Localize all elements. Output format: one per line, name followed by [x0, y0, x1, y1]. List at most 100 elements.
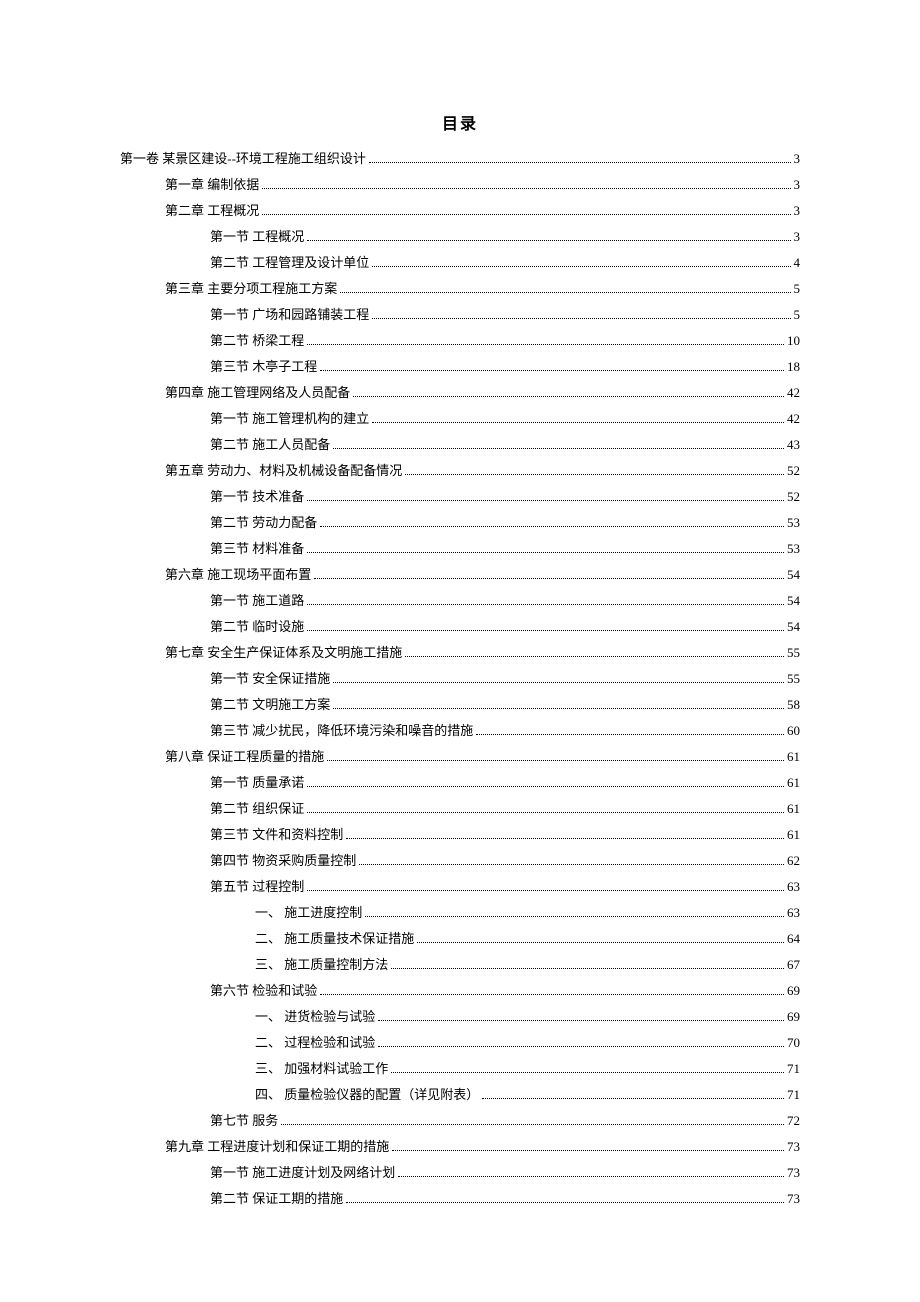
toc-leader-dots	[482, 1089, 784, 1099]
toc-entry-page: 42	[787, 380, 800, 406]
toc-entry-page: 52	[787, 458, 800, 484]
toc-leader-dots	[333, 439, 784, 449]
toc-leader-dots	[346, 829, 784, 839]
toc-entry: 第一节 质量承诺61	[120, 770, 800, 796]
toc-entry-page: 64	[787, 926, 800, 952]
toc-leader-dots	[398, 1167, 784, 1177]
toc-entry: 第三章 主要分项工程施工方案5	[120, 276, 800, 302]
toc-entry: 第二节 施工人员配备 43	[120, 432, 800, 458]
toc-entry-label: 第四章 施工管理网络及人员配备	[165, 380, 350, 406]
toc-leader-dots	[372, 309, 790, 319]
toc-entry-page: 73	[787, 1134, 800, 1160]
toc-entry: 第八章 保证工程质量的措施61	[120, 744, 800, 770]
toc-entry-page: 55	[787, 666, 800, 692]
toc-entry-label: 第六节 检验和试验	[210, 978, 317, 1004]
toc-leader-dots	[372, 257, 790, 267]
toc-entry: 二、 施工质量技术保证措施 64	[120, 926, 800, 952]
toc-entry-page: 69	[787, 1004, 800, 1030]
toc-entry-page: 73	[787, 1186, 800, 1212]
toc-entry: 第一节 施工进度计划及网络计划 73	[120, 1160, 800, 1186]
toc-entry: 第六节 检验和试验69	[120, 978, 800, 1004]
toc-entry-label: 二、 施工质量技术保证措施	[255, 926, 414, 952]
toc-entry-page: 67	[787, 952, 800, 978]
toc-leader-dots	[346, 1193, 784, 1203]
toc-entry-label: 第一节 质量承诺	[210, 770, 304, 796]
toc-entry-page: 10	[787, 328, 800, 354]
toc-entry: 二、 过程检验和试验 70	[120, 1030, 800, 1056]
toc-title: 目录	[120, 110, 800, 134]
toc-entry: 第二节 工程管理及设计单位4	[120, 250, 800, 276]
toc-entry-page: 5	[794, 302, 801, 328]
toc-entry-label: 第二章 工程概况	[165, 198, 259, 224]
toc-entry: 第三节 木亭子工程18	[120, 354, 800, 380]
toc-entry-page: 71	[787, 1082, 800, 1108]
toc-entry-page: 5	[794, 276, 801, 302]
toc-entry-page: 62	[787, 848, 800, 874]
toc-leader-dots	[320, 985, 784, 995]
toc-entry-page: 4	[794, 250, 801, 276]
toc-leader-dots	[372, 413, 784, 423]
toc-leader-dots	[405, 465, 784, 475]
toc-entry: 第二章 工程概况3	[120, 198, 800, 224]
toc-entry-page: 3	[794, 224, 801, 250]
toc-entry-label: 第四节 物资采购质量控制	[210, 848, 356, 874]
toc-entry-label: 第二节 组织保证	[210, 796, 304, 822]
toc-entry-label: 第一节 安全保证措施	[210, 666, 330, 692]
toc-entry-page: 63	[787, 900, 800, 926]
toc-entry: 第二节 桥梁工程 10	[120, 328, 800, 354]
toc-entry: 第四节 物资采购质量控制 62	[120, 848, 800, 874]
toc-entry-label: 二、 过程检验和试验	[255, 1030, 375, 1056]
toc-entry-label: 四、 质量检验仪器的配置（详见附表）	[255, 1082, 479, 1108]
toc-entry-label: 一、 进货检验与试验	[255, 1004, 375, 1030]
toc-entry-page: 70	[787, 1030, 800, 1056]
toc-entry-page: 61	[787, 796, 800, 822]
toc-entry-label: 第七节 服务	[210, 1108, 278, 1134]
toc-entry-label: 第三节 材料准备	[210, 536, 304, 562]
toc-entry-page: 42	[787, 406, 800, 432]
toc-entry: 第七节 服务72	[120, 1108, 800, 1134]
toc-entry-label: 第五节 过程控制	[210, 874, 304, 900]
toc-entry-label: 第二节 施工人员配备	[210, 432, 330, 458]
toc-entry: 第一节 广场和园路铺装工程5	[120, 302, 800, 328]
toc-leader-dots	[392, 1141, 784, 1151]
toc-entry-label: 第二节 桥梁工程	[210, 328, 304, 354]
toc-entry-page: 3	[794, 172, 801, 198]
toc-entry-label: 第六章 施工现场平面布置	[165, 562, 311, 588]
toc-entry-label: 第一节 施工进度计划及网络计划	[210, 1160, 395, 1186]
toc-entry-label: 三、 加强材料试验工作	[255, 1056, 388, 1082]
toc-entry-page: 60	[787, 718, 800, 744]
toc-leader-dots	[365, 907, 784, 917]
toc-container: 第一卷 某景区建设--环境工程施工组织设计3第一章 编制依据3第二章 工程概况3…	[120, 146, 800, 1212]
toc-entry: 一、 施工进度控制63	[120, 900, 800, 926]
toc-leader-dots	[405, 647, 784, 657]
toc-entry-page: 3	[794, 146, 801, 172]
toc-entry: 第九章 工程进度计划和保证工期的措施73	[120, 1134, 800, 1160]
toc-entry-page: 43	[787, 432, 800, 458]
toc-leader-dots	[353, 387, 784, 397]
toc-leader-dots	[307, 543, 784, 553]
toc-leader-dots	[476, 725, 784, 735]
toc-entry: 第二节 保证工期的措施73	[120, 1186, 800, 1212]
toc-entry: 第三节 材料准备 53	[120, 536, 800, 562]
toc-entry-page: 54	[787, 614, 800, 640]
toc-leader-dots	[417, 933, 784, 943]
toc-entry: 三、 施工质量控制方法67	[120, 952, 800, 978]
toc-leader-dots	[307, 803, 784, 813]
toc-entry: 第五章 劳动力、材料及机械设备配备情况 52	[120, 458, 800, 484]
toc-leader-dots	[307, 595, 784, 605]
toc-leader-dots	[378, 1037, 784, 1047]
toc-leader-dots	[391, 1063, 784, 1073]
toc-entry-label: 第一卷 某景区建设--环境工程施工组织设计	[120, 146, 366, 172]
toc-entry-label: 第八章 保证工程质量的措施	[165, 744, 324, 770]
toc-entry-label: 第三节 木亭子工程	[210, 354, 317, 380]
toc-entry: 第二节 临时设施54	[120, 614, 800, 640]
toc-entry: 第一章 编制依据3	[120, 172, 800, 198]
toc-entry-label: 第五章 劳动力、材料及机械设备配备情况	[165, 458, 402, 484]
toc-leader-dots	[340, 283, 790, 293]
toc-entry-page: 58	[787, 692, 800, 718]
toc-entry: 第二节 文明施工方案 58	[120, 692, 800, 718]
toc-entry-page: 53	[787, 536, 800, 562]
toc-entry-label: 第一节 施工管理机构的建立	[210, 406, 369, 432]
toc-entry-label: 第二节 文明施工方案	[210, 692, 330, 718]
toc-entry-page: 73	[787, 1160, 800, 1186]
